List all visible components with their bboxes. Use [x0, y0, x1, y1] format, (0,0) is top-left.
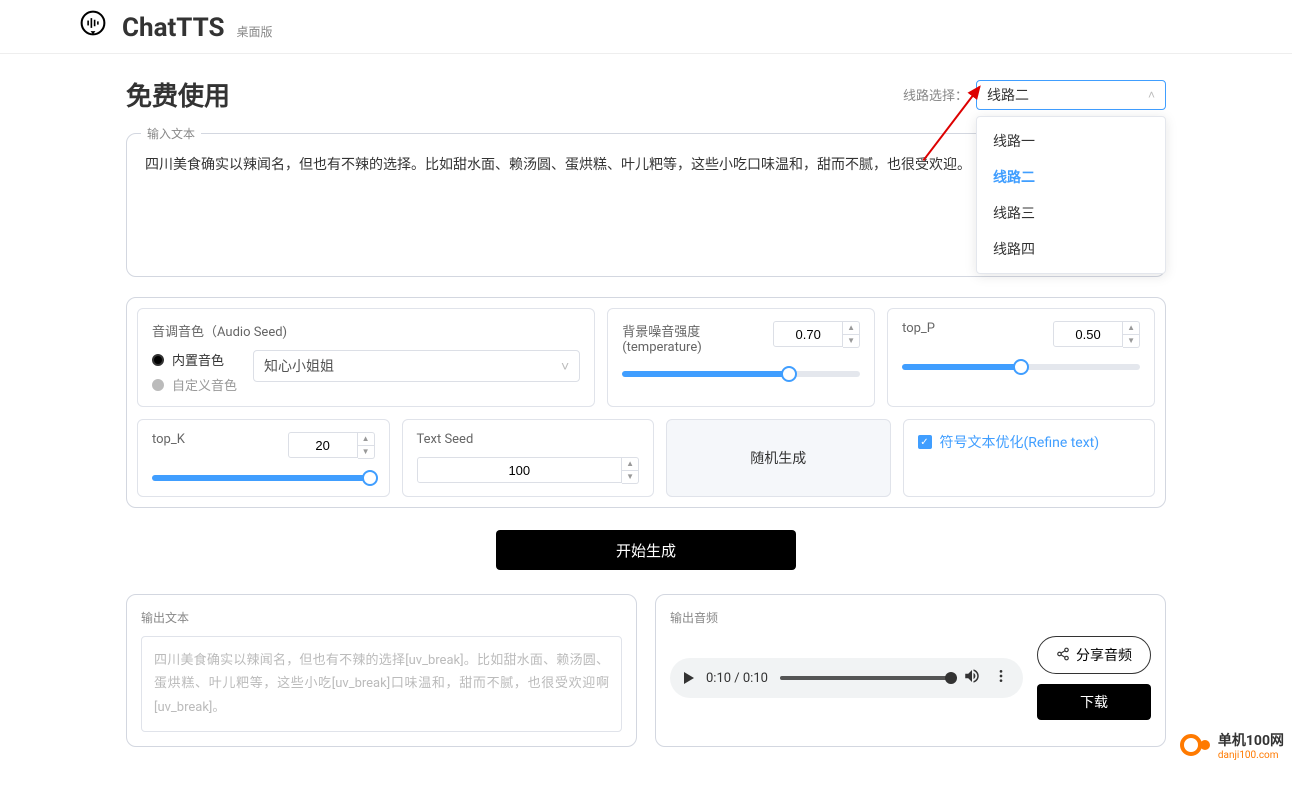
radio-custom-voice[interactable]: 自定义音色 — [152, 375, 237, 394]
checkbox-icon: ✓ — [918, 435, 932, 449]
text-seed-label: Text Seed — [417, 432, 640, 447]
route-option-4[interactable]: 线路四 — [977, 231, 1165, 267]
top-p-panel: top_P ▲▼ — [887, 308, 1155, 407]
top-p-input[interactable] — [1053, 321, 1123, 347]
top-p-label: top_P — [902, 321, 935, 336]
menu-icon[interactable] — [993, 668, 1009, 688]
logo-icon — [80, 10, 106, 36]
top-p-slider[interactable] — [902, 364, 1140, 370]
radio-builtin-voice[interactable]: 内置音色 — [152, 350, 237, 369]
play-icon[interactable] — [684, 672, 694, 684]
radio-icon-checked — [152, 354, 164, 366]
route-dropdown: 线路一 线路二 线路三 线路四 — [976, 116, 1166, 274]
route-selected-value: 线路二 — [987, 85, 1029, 105]
temperature-input[interactable] — [773, 321, 843, 347]
watermark-logo-icon — [1180, 729, 1212, 761]
radio-icon-unchecked — [152, 379, 164, 391]
share-audio-button[interactable]: 分享音频 — [1037, 636, 1151, 674]
temperature-step-up[interactable]: ▲ — [843, 322, 859, 335]
route-label: 线路选择： — [903, 85, 968, 104]
page-title: 免费使用 — [126, 76, 230, 113]
audio-seed-panel: 音调音色（Audio Seed) 内置音色 自定义音色 知心小姐姐 ˅ — [137, 308, 595, 407]
top-k-step-down[interactable]: ▼ — [358, 446, 374, 458]
app-title: ChatTTS — [122, 13, 225, 43]
output-audio-card: 输出音频 0:10 / 0:10 分享音频 下载 — [655, 594, 1166, 747]
temperature-step-down[interactable]: ▼ — [843, 335, 859, 347]
top-p-step-down[interactable]: ▼ — [1123, 335, 1139, 347]
download-button[interactable]: 下载 — [1037, 684, 1151, 720]
top-k-panel: top_K ▲▼ — [137, 419, 390, 497]
output-text-display: 四川美食确实以辣闻名，但也有不辣的选择[uv_break]。比如甜水面、赖汤圆、… — [141, 636, 622, 732]
app-subtitle: 桌面版 — [237, 23, 273, 40]
refine-text-panel: ✓ 符号文本优化(Refine text) — [903, 419, 1156, 497]
top-k-label: top_K — [152, 432, 185, 447]
text-seed-panel: Text Seed ▲▼ — [402, 419, 655, 497]
output-audio-label: 输出音频 — [670, 609, 1151, 626]
chevron-down-icon: ˅ — [561, 358, 569, 375]
audio-time: 0:10 / 0:10 — [706, 671, 768, 686]
input-text-label: 输入文本 — [141, 125, 201, 142]
params-card: 音调音色（Audio Seed) 内置音色 自定义音色 知心小姐姐 ˅ 背景噪音… — [126, 297, 1166, 508]
temperature-label: 背景噪音强度(temperature) — [622, 321, 765, 355]
temperature-panel: 背景噪音强度(temperature) ▲▼ — [607, 308, 875, 407]
route-option-3[interactable]: 线路三 — [977, 195, 1165, 231]
top-k-input[interactable] — [288, 432, 358, 458]
share-icon — [1056, 647, 1070, 664]
voice-select[interactable]: 知心小姐姐 ˅ — [253, 350, 580, 382]
route-select[interactable]: 线路二 ˄ — [976, 80, 1166, 110]
generate-button[interactable]: 开始生成 — [496, 530, 796, 570]
temperature-slider[interactable] — [622, 371, 860, 377]
audio-seed-label: 音调音色（Audio Seed) — [152, 321, 580, 340]
watermark: 单机100网danji100.com — [1180, 729, 1284, 761]
text-seed-step-down[interactable]: ▼ — [622, 471, 638, 483]
top-p-step-up[interactable]: ▲ — [1123, 322, 1139, 335]
output-text-label: 输出文本 — [141, 609, 622, 626]
route-option-2[interactable]: 线路二 — [977, 159, 1165, 195]
chevron-up-icon: ˄ — [1148, 88, 1155, 102]
volume-icon[interactable] — [963, 667, 981, 689]
output-text-card: 输出文本 四川美食确实以辣闻名，但也有不辣的选择[uv_break]。比如甜水面… — [126, 594, 637, 747]
audio-seek-slider[interactable] — [780, 676, 951, 680]
text-seed-input[interactable] — [417, 457, 623, 483]
refine-text-checkbox[interactable]: ✓ 符号文本优化(Refine text) — [918, 432, 1141, 452]
random-generate-button[interactable]: 随机生成 — [666, 419, 891, 497]
text-seed-step-up[interactable]: ▲ — [622, 458, 638, 471]
top-k-slider[interactable] — [152, 475, 375, 481]
top-k-step-up[interactable]: ▲ — [358, 433, 374, 446]
route-option-1[interactable]: 线路一 — [977, 123, 1165, 159]
audio-player: 0:10 / 0:10 — [670, 658, 1023, 698]
